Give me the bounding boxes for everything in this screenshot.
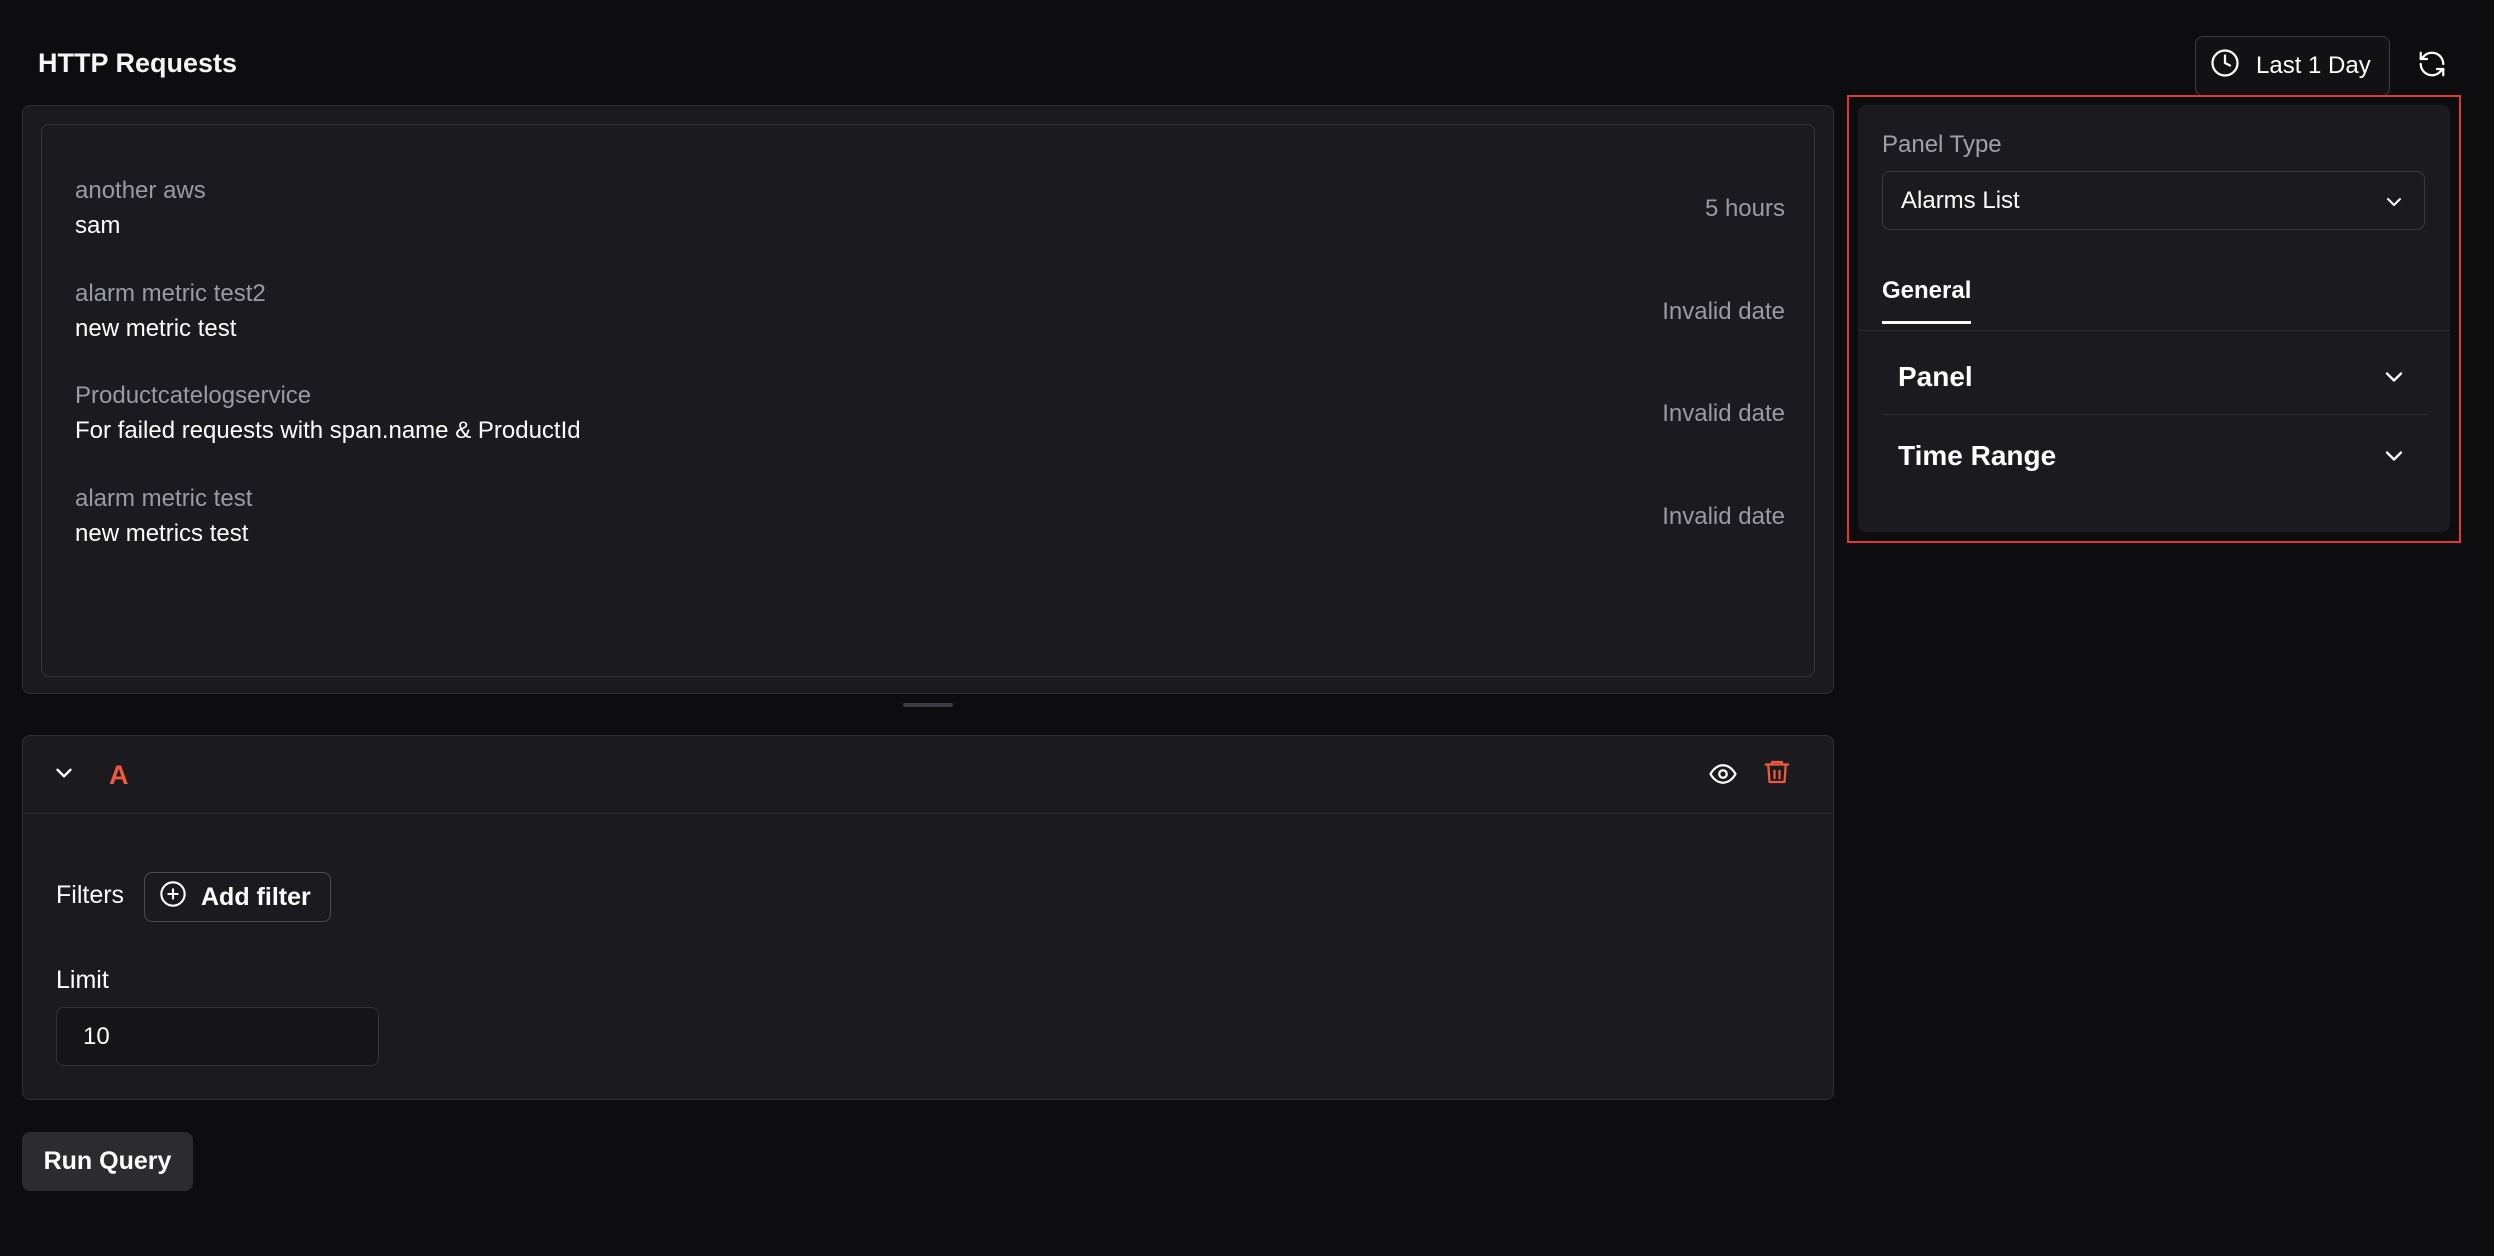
alarm-time: Invalid date [1662,298,1785,325]
query-header: A [23,736,1833,814]
eye-icon [1708,759,1738,794]
filters-label: Filters [56,881,125,909]
list-item[interactable]: another aws sam 5 hours [75,177,1785,257]
page-title: HTTP Requests [38,48,238,78]
config-panel: Panel Type Alarms List General Panel Tim… [1858,105,2450,532]
accordion-time-range-label: Time Range [1898,440,2057,471]
query-block: A Filters Add filter Limit [22,735,1834,1100]
delete-query-button[interactable] [1759,756,1795,792]
toggle-visibility-button[interactable] [1705,758,1741,794]
chevron-down-icon [51,760,77,791]
time-range-button[interactable]: Last 1 Day [2195,36,2390,96]
panel-preview: another aws sam 5 hours alarm metric tes… [22,105,1834,694]
alarm-description: new metric test [75,315,237,342]
alarm-name: another aws [75,177,206,204]
limit-label: Limit [56,966,109,994]
tab-general[interactable]: General [1882,277,1972,324]
add-filter-label: Add filter [201,882,311,911]
alarm-time: Invalid date [1662,503,1785,530]
collapse-button[interactable] [47,758,81,792]
alarm-time: 5 hours [1704,195,1785,222]
alarm-time: Invalid date [1662,400,1785,427]
alarm-name: alarm metric test [75,485,253,512]
accordion-panel-label: Panel [1898,361,1973,392]
accordion-time-range[interactable]: Time Range [1882,416,2428,494]
limit-input[interactable] [56,1007,379,1066]
panel-type-value: Alarms List [1901,186,2020,214]
trash-icon [1762,757,1792,792]
alarm-description: new metrics test [75,520,249,547]
accordion-panel[interactable]: Panel [1882,337,2428,415]
list-item[interactable]: alarm metric test new metrics test Inval… [75,485,1785,565]
list-item[interactable]: alarm metric test2 new metric test Inval… [75,280,1785,360]
panel-type-select[interactable]: Alarms List [1882,171,2425,230]
tab-bar: General [1858,265,2450,331]
alarm-description: For failed requests with span.name & Pro… [75,417,581,444]
list-item[interactable]: Productcatelogservice For failed request… [75,382,1785,462]
panel-type-label: Panel Type [1882,131,2002,158]
alarms-list: another aws sam 5 hours alarm metric tes… [41,124,1815,677]
alarm-description: sam [75,212,121,239]
chevron-down-icon [2380,442,2408,475]
clock-icon [2210,48,2240,85]
refresh-icon [2417,49,2447,84]
add-filter-button[interactable]: Add filter [144,872,331,922]
alarm-name: alarm metric test2 [75,280,266,307]
resize-handle[interactable] [903,703,953,707]
query-letter: A [109,760,129,790]
plus-circle-icon [159,880,187,915]
chevron-down-icon [2380,363,2408,396]
alarm-name: Productcatelogservice [75,382,312,409]
time-range-label: Last 1 Day [2256,52,2371,79]
run-query-button[interactable]: Run Query [22,1132,193,1191]
refresh-button[interactable] [2414,48,2450,84]
chevron-down-icon [2382,190,2406,221]
